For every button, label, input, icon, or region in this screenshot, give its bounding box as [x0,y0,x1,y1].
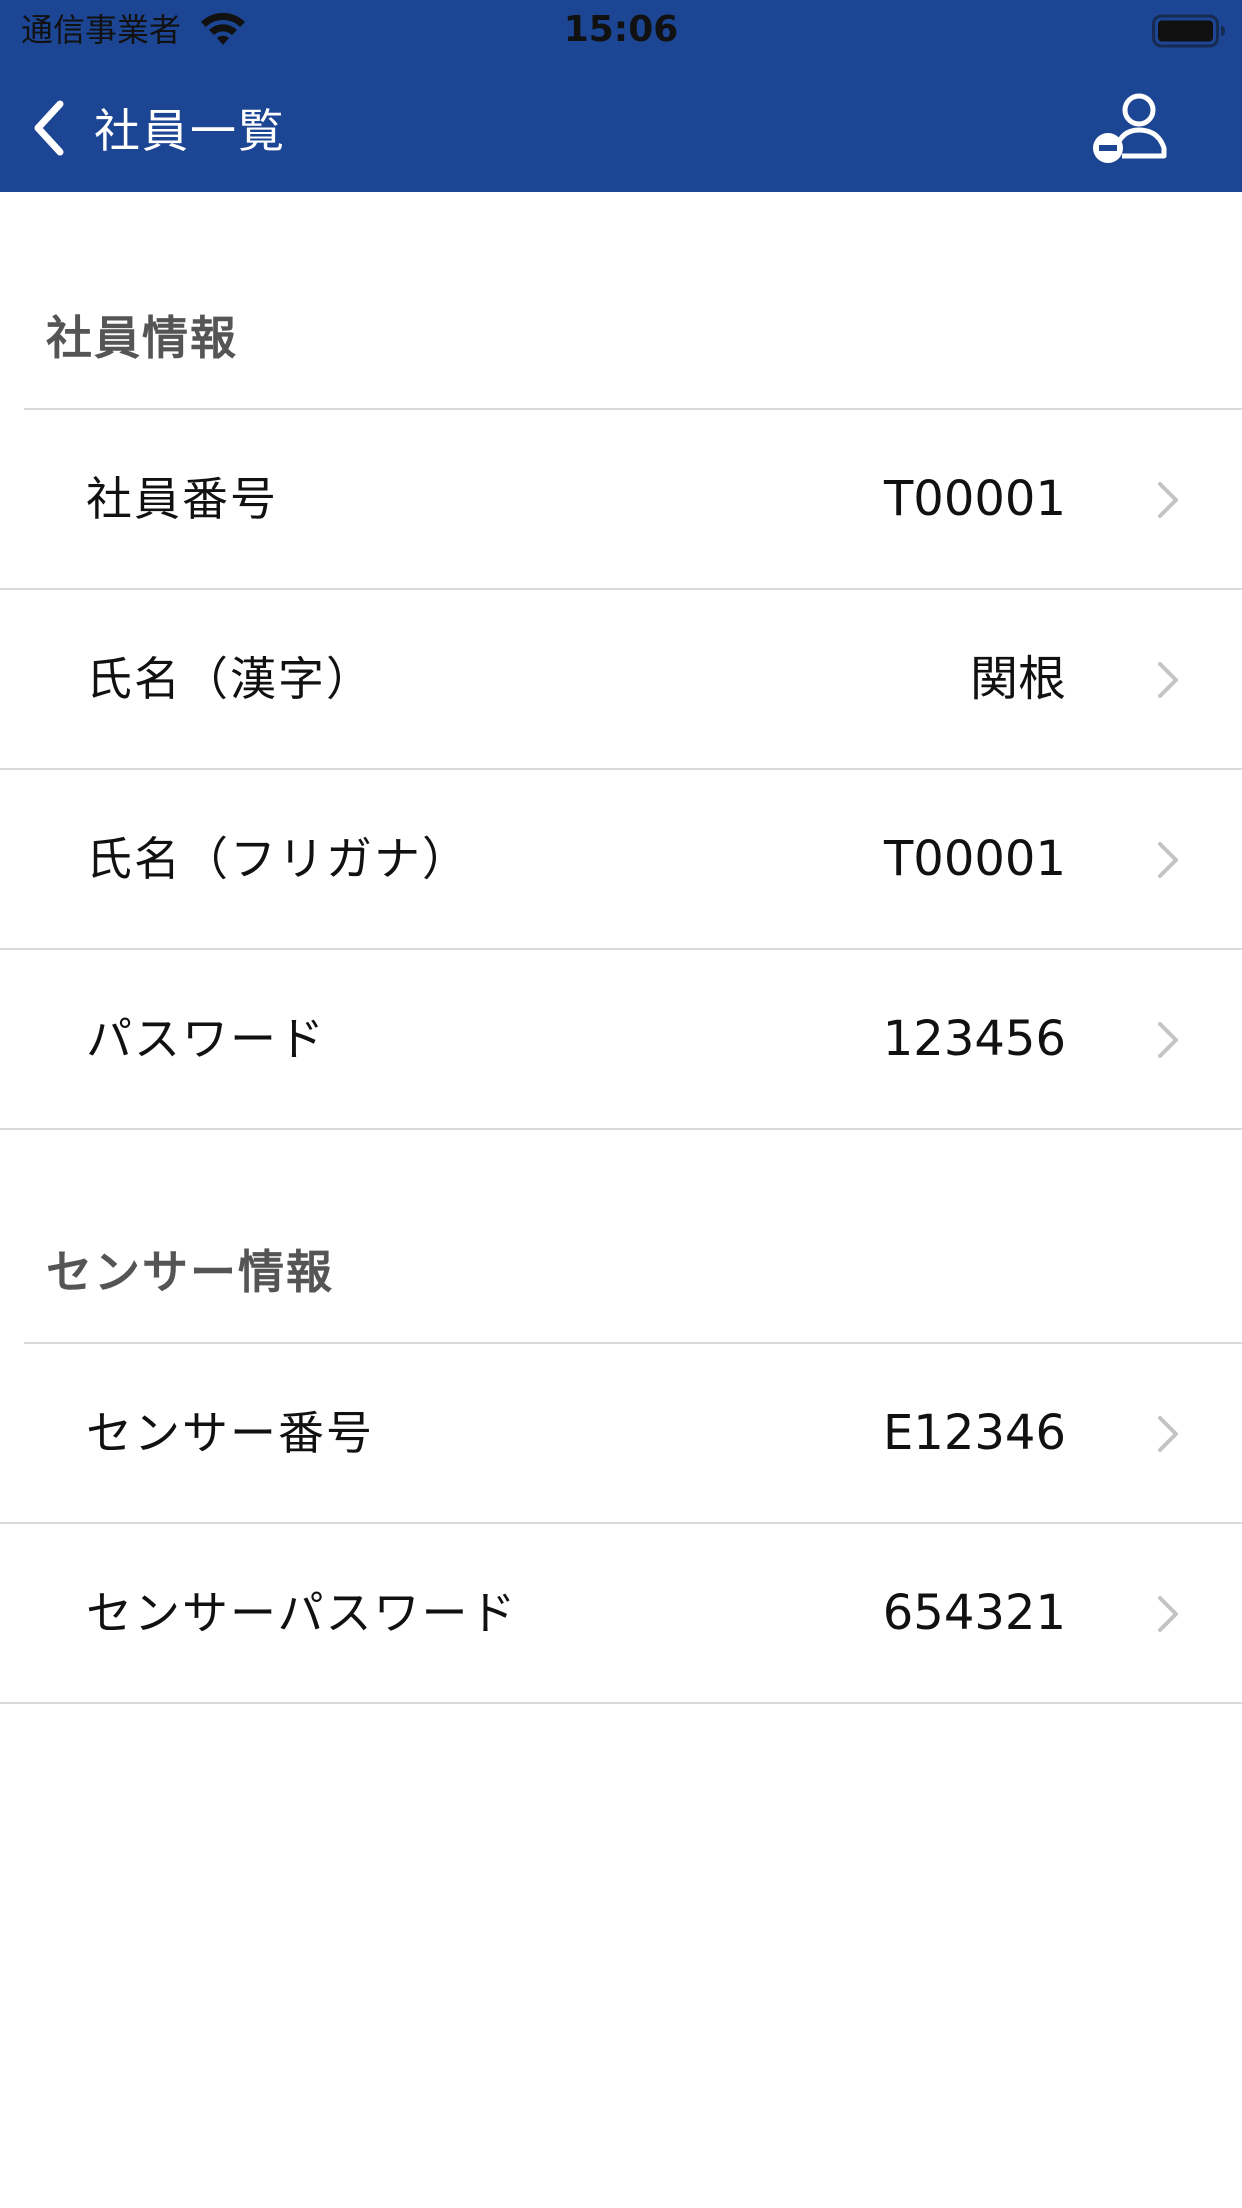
row-label: センサー番号 [86,1406,374,1460]
row-value: T00001 [883,831,1066,887]
row-value: 654321 [882,1585,1066,1641]
chevron-left-icon [34,100,64,156]
battery-icon [1152,14,1225,48]
chevron-right-icon [1158,1596,1178,1632]
row-label: 社員番号 [86,472,278,526]
row-name-kanji[interactable]: 氏名（漢字） 関根 [0,590,1242,768]
row-password[interactable]: パスワード 123456 [0,950,1242,1128]
row-sensor-password[interactable]: センサーパスワード 654321 [0,1524,1242,1702]
nav-bar: 社員一覧 [0,62,1242,192]
row-divider [0,1702,1242,1704]
remove-user-icon[interactable] [1092,90,1174,170]
row-label: センサーパスワード [86,1586,518,1640]
row-divider [0,1128,1242,1130]
section-title-sensor-info: センサー情報 [46,1245,334,1299]
section-title-employee-info: 社員情報 [46,311,238,365]
chevron-right-icon [1158,1416,1178,1452]
row-value: 123456 [882,1011,1066,1067]
chevron-right-icon [1158,1022,1178,1058]
back-label: 社員一覧 [94,104,286,158]
chevron-right-icon [1158,482,1178,518]
chevron-right-icon [1158,842,1178,878]
row-employee-number[interactable]: 社員番号 T00001 [0,410,1242,588]
row-label: 氏名（漢字） [86,652,374,706]
row-label: 氏名（フリガナ） [86,832,470,886]
row-label: パスワード [86,1012,326,1066]
chevron-right-icon [1158,662,1178,698]
back-button[interactable]: 社員一覧 [30,90,286,166]
status-time: 15:06 [563,9,679,50]
row-name-furigana[interactable]: 氏名（フリガナ） T00001 [0,770,1242,948]
row-value: 関根 [969,651,1066,707]
row-value: T00001 [883,471,1066,527]
row-sensor-number[interactable]: センサー番号 E12346 [0,1344,1242,1522]
app-header: 通信事業者 15:06 社員一覧 [0,0,1242,192]
status-bar: 通信事業者 15:06 [0,0,1242,62]
row-value: E12346 [882,1405,1066,1461]
